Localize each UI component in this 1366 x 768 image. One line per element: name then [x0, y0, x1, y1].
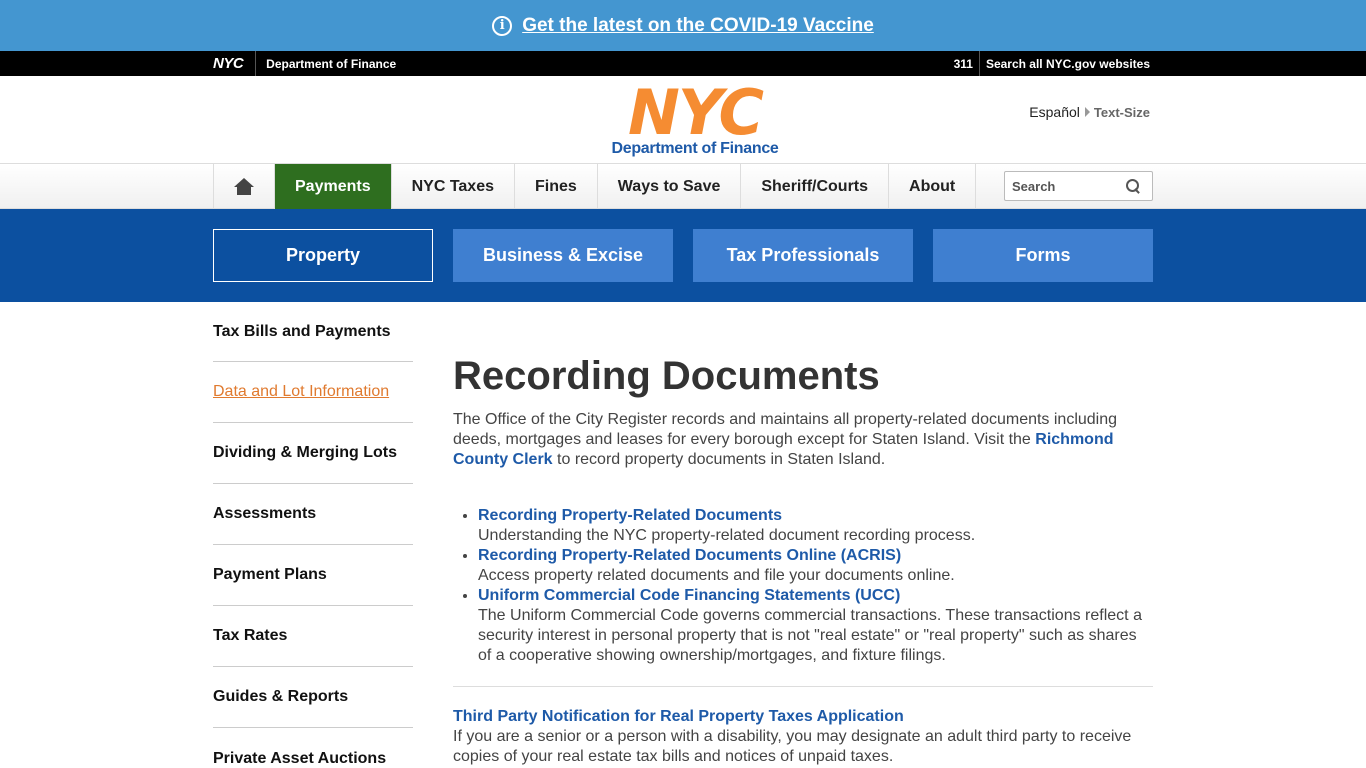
intro-text-2: to record property documents in Staten I… — [552, 451, 886, 468]
intro-text-1: The Office of the City Register records … — [453, 411, 1118, 448]
sidebar-item-dividing-merging[interactable]: Dividing & Merging Lots — [213, 423, 413, 484]
sidebar-item-data-lot[interactable]: Data and Lot Information — [213, 362, 413, 423]
nyc-dof-logo[interactable]: NYC Department of Finance — [600, 76, 790, 158]
text-size-link[interactable]: Text-Size — [1094, 105, 1150, 120]
third-party-desc: If you are a senior or a person with a d… — [453, 728, 1132, 765]
subnav-forms[interactable]: Forms — [933, 229, 1153, 282]
sidebar-item-assessments[interactable]: Assessments — [213, 484, 413, 545]
nav-about[interactable]: About — [889, 164, 977, 209]
sidebar-item-payment-plans[interactable]: Payment Plans — [213, 545, 413, 606]
logo-dept-text: Department of Finance — [611, 140, 779, 157]
subnav-tax-professionals[interactable]: Tax Professionals — [693, 229, 913, 282]
recording-property-documents-link[interactable]: Recording Property-Related Documents — [478, 507, 782, 524]
dept-name-small[interactable]: Department of Finance — [256, 57, 396, 71]
sidebar-item-tax-bills[interactable]: Tax Bills and Payments — [213, 302, 413, 362]
subnav-business-excise[interactable]: Business & Excise — [453, 229, 673, 282]
nav-fines[interactable]: Fines — [515, 164, 598, 209]
list-item: Recording Property-Related Documents Onl… — [478, 546, 1153, 586]
search-all-nyc-link[interactable]: Search all NYC.gov websites — [980, 57, 1150, 71]
list-item-desc: Understanding the NYC property-related d… — [478, 527, 976, 544]
page-title: Recording Documents — [453, 354, 880, 398]
main-nav: Payments NYC Taxes Fines Ways to Save Sh… — [0, 164, 1366, 209]
nav-sheriff-courts[interactable]: Sheriff/Courts — [741, 164, 890, 209]
caret-right-icon — [1084, 107, 1090, 117]
search-icon[interactable] — [1126, 179, 1140, 193]
list-item: Uniform Commercial Code Financing Statem… — [478, 586, 1153, 666]
nav-home[interactable] — [214, 164, 275, 209]
nyc-top-bar: NYC Department of Finance 311 Search all… — [0, 51, 1366, 76]
acris-link[interactable]: Recording Property-Related Documents Onl… — [478, 547, 901, 564]
subnav-property[interactable]: Property — [213, 229, 433, 282]
sub-nav: Property Business & Excise Tax Professio… — [0, 209, 1366, 302]
nyc-logo-small[interactable]: NYC — [213, 51, 257, 76]
ucc-link[interactable]: Uniform Commercial Code Financing Statem… — [478, 587, 900, 604]
home-icon — [234, 178, 254, 195]
divider — [453, 686, 1153, 687]
nav-nyc-taxes[interactable]: NYC Taxes — [392, 164, 515, 209]
recording-list: Recording Property-Related Documents Und… — [453, 506, 1153, 666]
espanol-link[interactable]: Español — [1029, 104, 1080, 120]
covid-vaccine-link[interactable]: Get the latest on the COVID-19 Vaccine — [522, 15, 874, 37]
intro-paragraph: The Office of the City Register records … — [453, 410, 1153, 470]
nav-payments[interactable]: Payments — [275, 164, 392, 209]
covid-banner: i Get the latest on the COVID-19 Vaccine — [0, 0, 1366, 51]
third-party-notification-link[interactable]: Third Party Notification for Real Proper… — [453, 707, 1153, 727]
main-content: Recording Documents The Office of the Ci… — [453, 352, 1153, 767]
nav-ways-to-save[interactable]: Ways to Save — [598, 164, 742, 209]
sidebar: Tax Bills and Payments Data and Lot Info… — [213, 302, 413, 768]
search-input[interactable] — [1012, 178, 1120, 194]
header: NYC Department of Finance Español Text-S… — [0, 76, 1366, 164]
311-link[interactable]: 311 — [954, 51, 980, 76]
sidebar-item-guides-reports[interactable]: Guides & Reports — [213, 667, 413, 728]
list-item: Recording Property-Related Documents Und… — [478, 506, 1153, 546]
logo-nyc-text: NYC — [627, 76, 764, 149]
list-item-desc: Access property related documents and fi… — [478, 567, 955, 584]
search-box — [1004, 171, 1153, 201]
sidebar-item-tax-rates[interactable]: Tax Rates — [213, 606, 413, 667]
sidebar-item-private-asset-auctions[interactable]: Private Asset Auctions — [213, 728, 413, 768]
language-tools: Español Text-Size — [1029, 104, 1150, 120]
info-icon: i — [492, 15, 513, 36]
list-item-desc: The Uniform Commercial Code governs comm… — [478, 607, 1142, 664]
